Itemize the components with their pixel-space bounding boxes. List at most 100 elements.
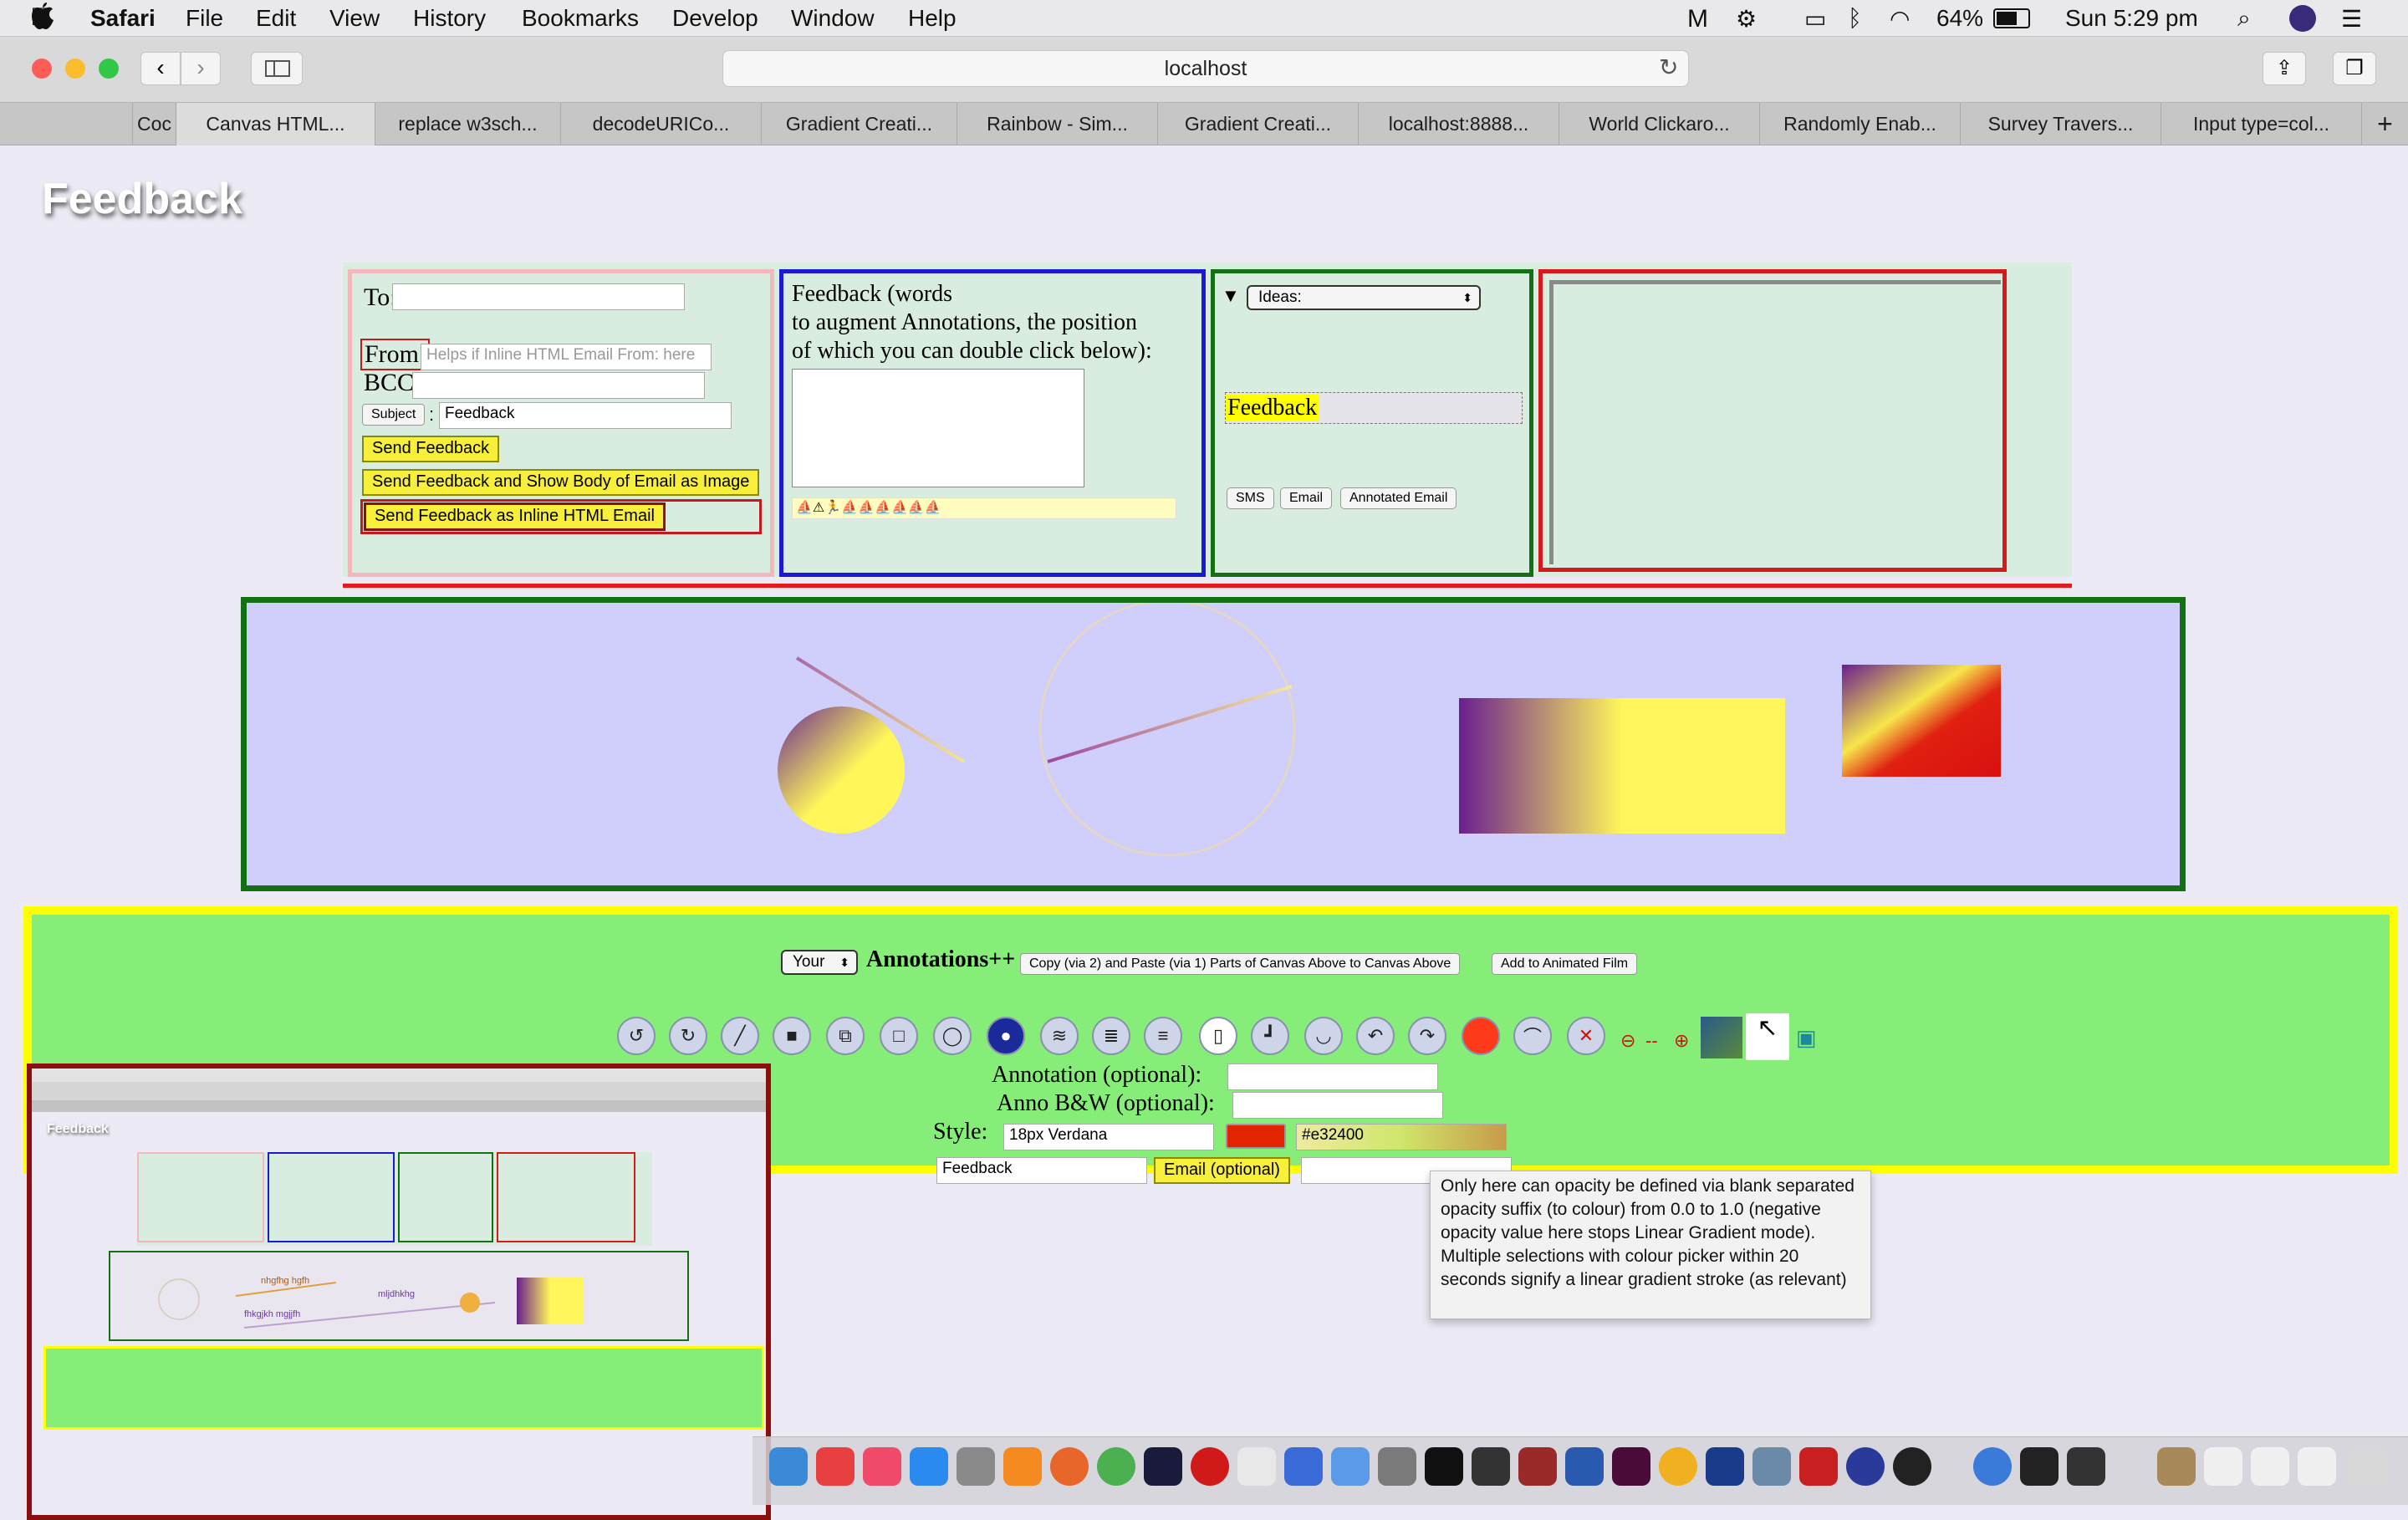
tab-9[interactable]: World Clickaro... [1559, 103, 1759, 146]
dock-xd-icon[interactable] [1612, 1447, 1650, 1486]
tab-5[interactable]: Gradient Creati... [761, 103, 957, 146]
undo-curve-icon[interactable]: ↶ [1356, 1017, 1395, 1055]
page-thumbnail[interactable]: Feedback nhgfhg hgfh mljdhkhg fhkgjkh mg… [27, 1063, 771, 1520]
dock-settings-icon[interactable] [957, 1447, 995, 1486]
style-input[interactable]: 18px Verdana [1003, 1124, 1214, 1150]
cursor-select-icon[interactable]: ↖ [1746, 1013, 1789, 1060]
dock-app-29-icon[interactable] [2157, 1447, 2196, 1486]
dock-app-21-icon[interactable] [1706, 1447, 1744, 1486]
colour-input[interactable]: #e32400 [1296, 1124, 1507, 1150]
menu-help[interactable]: Help [908, 5, 957, 32]
feedback-textarea[interactable] [792, 369, 1084, 487]
subject-button[interactable]: Subject [362, 404, 426, 426]
dock-app-6-icon[interactable] [1003, 1447, 1042, 1486]
frame-icon[interactable]: ▣ [1796, 1025, 1817, 1051]
emoji-strip[interactable]: ⛵⚠🏃⛵⛵⛵⛵⛵⛵ [792, 497, 1176, 519]
sidebar-toggle-icon[interactable] [251, 52, 303, 85]
tab-4[interactable]: decodeURICo... [560, 103, 761, 146]
erase-x-icon[interactable]: ✕ [1567, 1017, 1605, 1055]
minimize-window-icon[interactable] [65, 59, 85, 79]
colour-picker[interactable] [1226, 1124, 1286, 1149]
redo-curve-icon[interactable]: ↷ [1408, 1017, 1446, 1055]
subject-input[interactable]: Feedback [439, 402, 732, 429]
dock-app-32-icon[interactable] [2298, 1447, 2336, 1486]
line-tool-icon[interactable]: ╱ [721, 1017, 759, 1055]
your-select[interactable]: Your ⬍ [781, 950, 858, 975]
image-thumbnail-icon[interactable] [1701, 1017, 1742, 1058]
forward-icon[interactable]: › [181, 52, 221, 85]
dock-app-30-icon[interactable] [2204, 1447, 2242, 1486]
tab-10[interactable]: Randomly Enab... [1759, 103, 1960, 146]
dock-app-22-icon[interactable] [1752, 1447, 1791, 1486]
spotlight-icon[interactable]: ⌕ [2237, 5, 2251, 33]
new-tab-icon[interactable]: + [2361, 103, 2408, 146]
menu-view[interactable]: View [329, 5, 380, 32]
dock-app-28-icon[interactable] [2067, 1447, 2105, 1486]
wifi-icon[interactable]: ◠ [1890, 5, 1910, 33]
dock-app-17-icon[interactable] [1518, 1447, 1557, 1486]
rotate-right-icon[interactable]: ↻ [669, 1017, 707, 1055]
reload-icon[interactable]: ↻ [1659, 54, 1678, 81]
arc-icon[interactable]: ⌒ [1513, 1017, 1552, 1055]
notification-center-icon[interactable]: ☰ [2341, 5, 2362, 33]
outline-square-icon[interactable]: □ [880, 1017, 918, 1055]
menu-window[interactable]: Window [791, 5, 875, 32]
send-feedback-image-button[interactable]: Send Feedback and Show Body of Email as … [362, 469, 760, 496]
filled-circle-icon[interactable]: ● [987, 1017, 1025, 1055]
annotation-input[interactable] [1227, 1063, 1438, 1090]
app-name[interactable]: Safari [90, 5, 156, 32]
outline-ellipse-icon[interactable]: ◯ [933, 1017, 972, 1055]
striped-disc-icon[interactable]: ≋ [1040, 1017, 1079, 1055]
dock-firefox-icon[interactable] [1050, 1447, 1089, 1486]
tab-7[interactable]: Gradient Creati... [1157, 103, 1358, 146]
preview-iframe[interactable] [1549, 280, 2001, 564]
drawing-canvas[interactable] [241, 597, 2186, 891]
ideas-select[interactable]: Ideas: ⬍ [1247, 285, 1481, 310]
battery-icon[interactable] [1993, 8, 2030, 28]
filled-square-icon[interactable]: ■ [773, 1017, 811, 1055]
dock-app-25-icon[interactable] [1893, 1447, 1931, 1486]
striped-disc-3-icon[interactable]: ≡ [1144, 1017, 1182, 1055]
dash-icon[interactable]: -- [1645, 1030, 1658, 1052]
send-inline-html-button[interactable]: Send Feedback as Inline HTML Email [364, 502, 666, 531]
tabs-overview-icon[interactable]: ❐ [2333, 52, 2376, 85]
close-window-icon[interactable] [32, 59, 52, 79]
curve-icon[interactable]: ◡ [1304, 1017, 1343, 1055]
sms-button[interactable]: SMS [1227, 487, 1274, 509]
tab-11[interactable]: Survey Travers... [1960, 103, 2161, 146]
anno-bw-input[interactable] [1232, 1092, 1443, 1119]
tab-2[interactable]: Canvas HTML... [176, 103, 375, 146]
dock-app-store-icon[interactable] [910, 1447, 948, 1486]
menu-edit[interactable]: Edit [256, 5, 296, 32]
back-icon[interactable]: ‹ [140, 52, 181, 85]
to-input[interactable] [392, 283, 685, 310]
zoom-window-icon[interactable] [99, 59, 119, 79]
menu-bookmarks[interactable]: Bookmarks [522, 5, 639, 32]
striped-disc-2-icon[interactable]: ≣ [1092, 1017, 1130, 1055]
rotate-left-icon[interactable]: ↺ [617, 1017, 656, 1055]
airplay-icon[interactable]: ▭ [1804, 5, 1826, 33]
minus-icon[interactable]: ⊖ [1620, 1030, 1635, 1052]
email-optional-button[interactable]: Email (optional) [1154, 1157, 1290, 1184]
dock-app-12-icon[interactable] [1284, 1447, 1323, 1486]
bcc-input[interactable] [412, 372, 705, 399]
address-bar[interactable]: localhost [722, 50, 1689, 87]
dock-app-26-icon[interactable] [1973, 1447, 2012, 1486]
copy-paste-button[interactable]: Copy (via 2) and Paste (via 1) Parts of … [1020, 953, 1461, 975]
dock-trash-icon[interactable] [2348, 1447, 2386, 1486]
siri-icon[interactable] [2289, 5, 2316, 32]
feedback-tag-box[interactable]: Feedback [1225, 392, 1523, 424]
dock-app-20-icon[interactable] [1659, 1447, 1697, 1486]
bluetooth-icon[interactable]: ᛒ [1848, 5, 1862, 32]
tab-3[interactable]: replace w3sch... [375, 103, 560, 146]
dock-app-24-icon[interactable] [1846, 1447, 1885, 1486]
add-animated-film-button[interactable]: Add to Animated Film [1492, 953, 1638, 975]
dock-app-16-icon[interactable] [1472, 1447, 1510, 1486]
dock-app-18-icon[interactable] [1565, 1447, 1604, 1486]
page-icon[interactable]: ▯ [1199, 1017, 1237, 1055]
annotated-email-button[interactable]: Annotated Email [1340, 487, 1457, 509]
dock-filezilla-icon[interactable] [1799, 1447, 1838, 1486]
step-path-icon[interactable]: ┛ [1251, 1017, 1289, 1055]
menu-history[interactable]: History [413, 5, 486, 32]
dock-app-11-icon[interactable] [1237, 1447, 1276, 1486]
